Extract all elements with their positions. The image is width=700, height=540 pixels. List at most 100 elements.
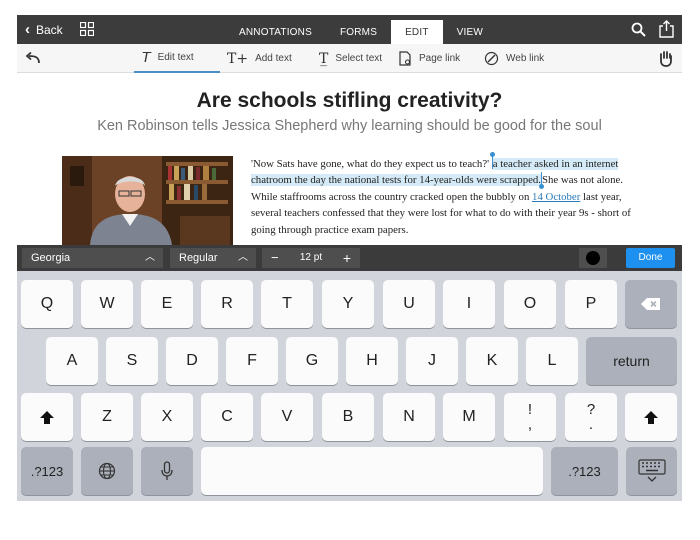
chevron-up-icon: ︿ [238,252,248,263]
numbers-key-right[interactable]: .?123 [551,447,618,495]
shift-icon [40,410,54,424]
key-l[interactable]: L [526,337,578,385]
key-o[interactable]: O [504,280,556,328]
font-family-value: Georgia [31,252,71,264]
select-text-icon: T̲ [319,50,329,67]
tab-edit[interactable]: EDIT [391,20,443,44]
select-text-tool[interactable]: T̲ Select text [319,44,382,73]
font-style-value: Regular [179,252,218,264]
microphone-icon [161,461,173,480]
font-family-select[interactable]: Georgia ︿ [22,248,163,268]
key-b[interactable]: B [322,393,374,441]
font-size-stepper: 12 pt − + [262,248,360,268]
shift-key-right[interactable] [625,393,677,441]
key-a[interactable]: A [46,337,98,385]
key-m[interactable]: M [443,393,495,441]
globe-icon [98,462,116,480]
text-color-button[interactable] [579,248,607,268]
web-link-icon [484,51,499,66]
key-e[interactable]: E [141,280,193,328]
numbers-key-left[interactable]: .?123 [21,447,73,495]
add-text-tool[interactable]: T+ Add text [227,44,292,73]
onscreen-keyboard: Q W E R T Y U I O P A S D F G H J K L re… [17,271,682,501]
key-u[interactable]: U [383,280,435,328]
key-comma-bottom: , [527,416,533,433]
key-j[interactable]: J [406,337,458,385]
key-question-top: ? [586,401,596,418]
article-photo [62,156,233,245]
key-p[interactable]: P [565,280,617,328]
share-icon[interactable] [659,20,674,38]
key-z[interactable]: Z [81,393,133,441]
key-c[interactable]: C [201,393,253,441]
page-link-icon [399,51,411,66]
document-page: Are schools stifling creativity? Ken Rob… [17,73,682,245]
date-link[interactable]: 14 October [532,191,580,203]
return-key[interactable]: return [586,337,677,385]
hand-icon[interactable] [658,50,674,67]
hide-keyboard-key[interactable] [626,447,677,495]
tab-annotations[interactable]: ANNOTATIONS [225,20,326,44]
shift-icon [644,410,658,424]
font-style-select[interactable]: Regular ︿ [170,248,256,268]
key-x[interactable]: X [141,393,193,441]
globe-key[interactable] [81,447,133,495]
chevron-left-icon: ‹ [25,21,30,38]
chevron-up-icon: ︿ [145,252,155,263]
key-n[interactable]: N [383,393,435,441]
tab-view[interactable]: VIEW [443,20,497,44]
page-link-tool[interactable]: Page link [399,44,460,73]
article-body[interactable]: 'Now Sats have gone, what do they expect… [251,152,631,238]
tab-forms[interactable]: FORMS [326,20,391,44]
key-question-period[interactable]: ? . [565,393,617,441]
done-button[interactable]: Done [626,248,675,268]
key-h[interactable]: H [346,337,398,385]
mode-tabs: ANNOTATIONS FORMS EDIT VIEW [225,20,497,44]
key-k[interactable]: K [466,337,518,385]
undo-icon[interactable] [25,51,41,65]
app-window: ‹ Back ANNOTATIONS FORMS EDIT VIEW 𝘛 Edi… [17,15,682,501]
key-s[interactable]: S [106,337,158,385]
add-text-label: Add text [255,53,292,64]
web-link-tool[interactable]: Web link [484,44,544,73]
shift-key-left[interactable] [21,393,73,441]
dictation-key[interactable] [141,447,193,495]
selection-handle-start[interactable] [489,152,495,169]
article-headline: Are schools stifling creativity? [196,89,503,112]
web-link-label: Web link [506,53,545,64]
edit-text-tool[interactable]: 𝘛 Edit text [134,44,220,73]
edit-text-icon: 𝘛 [142,49,151,66]
select-text-label: Select text [335,53,383,64]
key-exclamation-comma[interactable]: ! , [504,393,556,441]
key-v[interactable]: V [261,393,313,441]
key-question-period-labels: ? . [587,402,595,432]
backspace-key[interactable] [625,280,677,328]
key-d[interactable]: D [166,337,218,385]
key-i[interactable]: I [443,280,495,328]
key-g[interactable]: G [286,337,338,385]
increase-size-button[interactable]: + [343,248,351,268]
top-nav-bar: ‹ Back ANNOTATIONS FORMS EDIT VIEW [17,15,682,44]
back-button[interactable]: ‹ Back [25,22,63,38]
key-period-bottom: . [588,416,594,433]
key-w[interactable]: W [81,280,133,328]
key-y[interactable]: Y [322,280,374,328]
decrease-size-button[interactable]: − [271,248,279,268]
search-icon[interactable] [631,22,646,37]
body-text-part1: 'Now Sats have gone, what do they expect… [251,158,490,170]
edit-toolbar: 𝘛 Edit text T+ Add text T̲ Select text P… [17,44,682,73]
color-swatch [586,251,600,265]
key-f[interactable]: F [226,337,278,385]
key-exclamation-comma-labels: ! , [528,402,532,432]
backspace-icon [641,298,660,310]
format-bar: Georgia ︿ Regular ︿ 12 pt − + Done [17,245,682,271]
key-q[interactable]: Q [21,280,73,328]
key-t[interactable]: T [261,280,313,328]
grid-icon[interactable] [80,22,94,36]
key-r[interactable]: R [201,280,253,328]
space-key[interactable] [201,447,543,495]
article-subhead: Ken Robinson tells Jessica Shepherd why … [97,118,602,134]
keyboard-dismiss-icon [637,459,666,482]
selection-handle-end[interactable] [539,172,544,190]
page-link-label: Page link [419,53,461,64]
